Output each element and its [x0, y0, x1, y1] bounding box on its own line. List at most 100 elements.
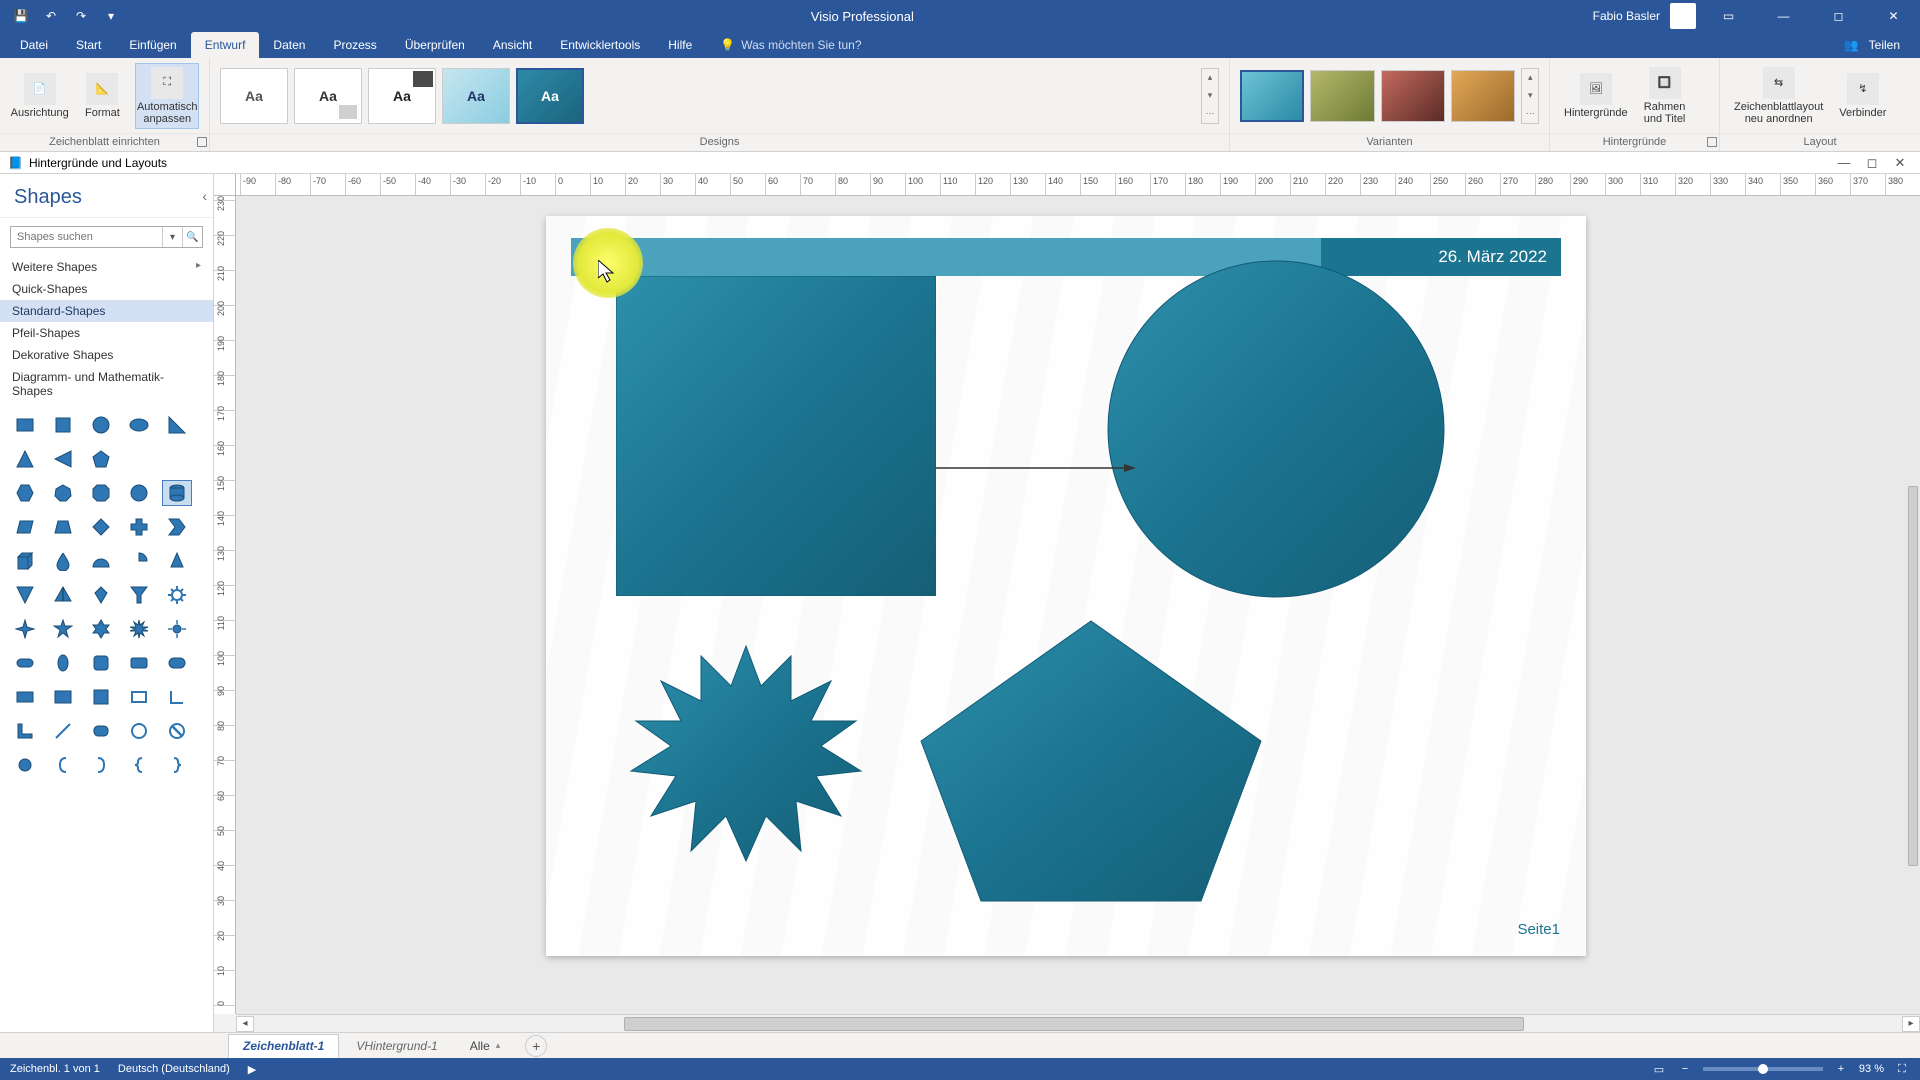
shape-gear[interactable] [162, 582, 192, 608]
shape-rounded-rect-h[interactable] [10, 650, 40, 676]
save-button[interactable]: 💾 [8, 3, 34, 29]
shape-corner[interactable] [162, 684, 192, 710]
shape-triangle[interactable] [10, 446, 40, 472]
shape-rect3[interactable] [48, 684, 78, 710]
title-placeholder-text[interactable]: Titel [578, 238, 628, 270]
design-theme-5[interactable]: Aa [516, 68, 584, 124]
shape-star6[interactable] [86, 616, 116, 642]
drawing-canvas[interactable]: 26. März 2022 Titel Seite1 [236, 196, 1920, 1014]
fit-window-button[interactable]: ⛶ [1894, 1061, 1910, 1077]
shape-cube[interactable] [10, 548, 40, 574]
variant-2[interactable] [1310, 70, 1374, 122]
shape-pie[interactable] [124, 548, 154, 574]
shape-hexagon[interactable] [10, 480, 40, 506]
subwin-maximize[interactable]: ◻ [1860, 154, 1884, 172]
shape-bracket-l[interactable] [48, 752, 78, 778]
zoom-level[interactable]: 93 % [1859, 1063, 1884, 1075]
shape-pentagon[interactable] [86, 446, 116, 472]
drawing-page[interactable]: 26. März 2022 Titel Seite1 [546, 216, 1586, 956]
collapse-shapes-panel[interactable]: ‹ [202, 188, 207, 204]
share-button[interactable]: Teilen [1869, 38, 1900, 52]
zoom-slider[interactable] [1703, 1067, 1823, 1071]
shape-3d-triangle[interactable] [48, 582, 78, 608]
section-dekorative-shapes[interactable]: Dekorative Shapes [0, 344, 213, 366]
search-icon[interactable]: 🔍 [182, 227, 202, 247]
shape-heptagon[interactable] [48, 480, 78, 506]
shape-drop[interactable] [48, 548, 78, 574]
shape-plus[interactable] [124, 514, 154, 540]
shape-decagon[interactable] [124, 480, 154, 506]
ruler-vertical[interactable]: 2302202102001901801701601501401301201101… [214, 196, 236, 1014]
canvas-circle[interactable] [1106, 259, 1446, 599]
shape-brace-r[interactable] [162, 752, 192, 778]
maximize-button[interactable]: ◻ [1816, 0, 1861, 32]
shape-ring[interactable] [124, 718, 154, 744]
page-tab-all[interactable]: Alle▴ [455, 1034, 516, 1058]
design-theme-1[interactable]: Aa [220, 68, 288, 124]
canvas-pentagon[interactable] [916, 616, 1266, 906]
shape-star4[interactable] [10, 616, 40, 642]
macro-recorder-icon[interactable]: ▶ [248, 1063, 256, 1076]
shape-rounded-rect[interactable] [124, 650, 154, 676]
subwin-minimize[interactable]: — [1832, 154, 1856, 172]
variant-4[interactable] [1451, 70, 1515, 122]
tab-entwurf[interactable]: Entwurf [191, 32, 260, 58]
tab-start[interactable]: Start [62, 32, 115, 58]
relayout-button[interactable]: ⇆Zeichenblattlayout neu anordnen [1730, 63, 1827, 129]
variant-3[interactable] [1381, 70, 1445, 122]
page-tab-background[interactable]: VHintergrund-1 [341, 1034, 452, 1058]
ruler-horizontal[interactable]: -90-80-70-60-50-40-30-20-100102030405060… [236, 174, 1920, 196]
shape-oval-v[interactable] [48, 650, 78, 676]
shape-funnel[interactable] [124, 582, 154, 608]
minimize-button[interactable]: — [1761, 0, 1806, 32]
shape-circle[interactable] [86, 412, 116, 438]
ribbon-display-options[interactable]: ▭ [1706, 0, 1751, 32]
search-dropdown[interactable]: ▾ [162, 227, 182, 247]
shape-triangle-down[interactable] [10, 582, 40, 608]
shape-chevron[interactable] [162, 514, 192, 540]
shape-bracket-r[interactable] [86, 752, 116, 778]
shape-star5[interactable] [48, 616, 78, 642]
page-format-button[interactable]: 📐Format [77, 63, 127, 129]
user-avatar[interactable] [1670, 3, 1696, 29]
shape-trapezoid[interactable] [48, 514, 78, 540]
page-tab-1[interactable]: Zeichenblatt-1 [228, 1034, 339, 1058]
design-theme-2[interactable]: Aa [294, 68, 362, 124]
shape-stadium[interactable] [162, 650, 192, 676]
shape-no-symbol[interactable] [162, 718, 192, 744]
subwin-close[interactable]: ✕ [1888, 154, 1912, 172]
dialog-launcher[interactable] [1707, 137, 1717, 147]
connectors-button[interactable]: ↯Verbinder [1835, 63, 1890, 129]
shape-right-triangle[interactable] [162, 412, 192, 438]
tab-datei[interactable]: Datei [6, 32, 62, 58]
variants-gallery-expand[interactable]: ▴▾⋯ [1521, 68, 1539, 124]
shape-line[interactable] [48, 718, 78, 744]
section-diagramm-shapes[interactable]: Diagramm- und Mathematik-Shapes [0, 366, 213, 402]
shape-rounded4[interactable] [86, 718, 116, 744]
shape-triangle-left[interactable] [48, 446, 78, 472]
tell-me-search[interactable]: 💡 Was möchten Sie tun? [720, 32, 861, 58]
shape-diamond[interactable] [86, 514, 116, 540]
zoom-out-button[interactable]: − [1677, 1061, 1693, 1077]
presentation-mode-button[interactable]: ▭ [1651, 1061, 1667, 1077]
redo-button[interactable]: ↷ [68, 3, 94, 29]
design-theme-4[interactable]: Aa [442, 68, 510, 124]
tab-entwicklertools[interactable]: Entwicklertools [546, 32, 654, 58]
tab-einfuegen[interactable]: Einfügen [115, 32, 190, 58]
shape-rectangle[interactable] [10, 412, 40, 438]
section-quick-shapes[interactable]: Quick-Shapes [0, 278, 213, 300]
shape-ellipse[interactable] [124, 412, 154, 438]
shape-cone[interactable] [162, 548, 192, 574]
shape-rect2[interactable] [10, 684, 40, 710]
shape-star8[interactable] [124, 616, 154, 642]
shape-brace-l[interactable] [124, 752, 154, 778]
shape-dot[interactable] [10, 752, 40, 778]
vertical-scrollbar[interactable] [1906, 206, 1920, 954]
canvas-starburst[interactable] [626, 636, 866, 876]
tab-hilfe[interactable]: Hilfe [654, 32, 706, 58]
backgrounds-button[interactable]: 🖼Hintergründe [1560, 63, 1632, 129]
auto-fit-button[interactable]: ⛶Automatisch anpassen [135, 63, 199, 129]
shape-halfcircle[interactable] [86, 548, 116, 574]
border-title-button[interactable]: 🔲Rahmen und Titel [1640, 63, 1690, 129]
shape-burst[interactable] [162, 616, 192, 642]
